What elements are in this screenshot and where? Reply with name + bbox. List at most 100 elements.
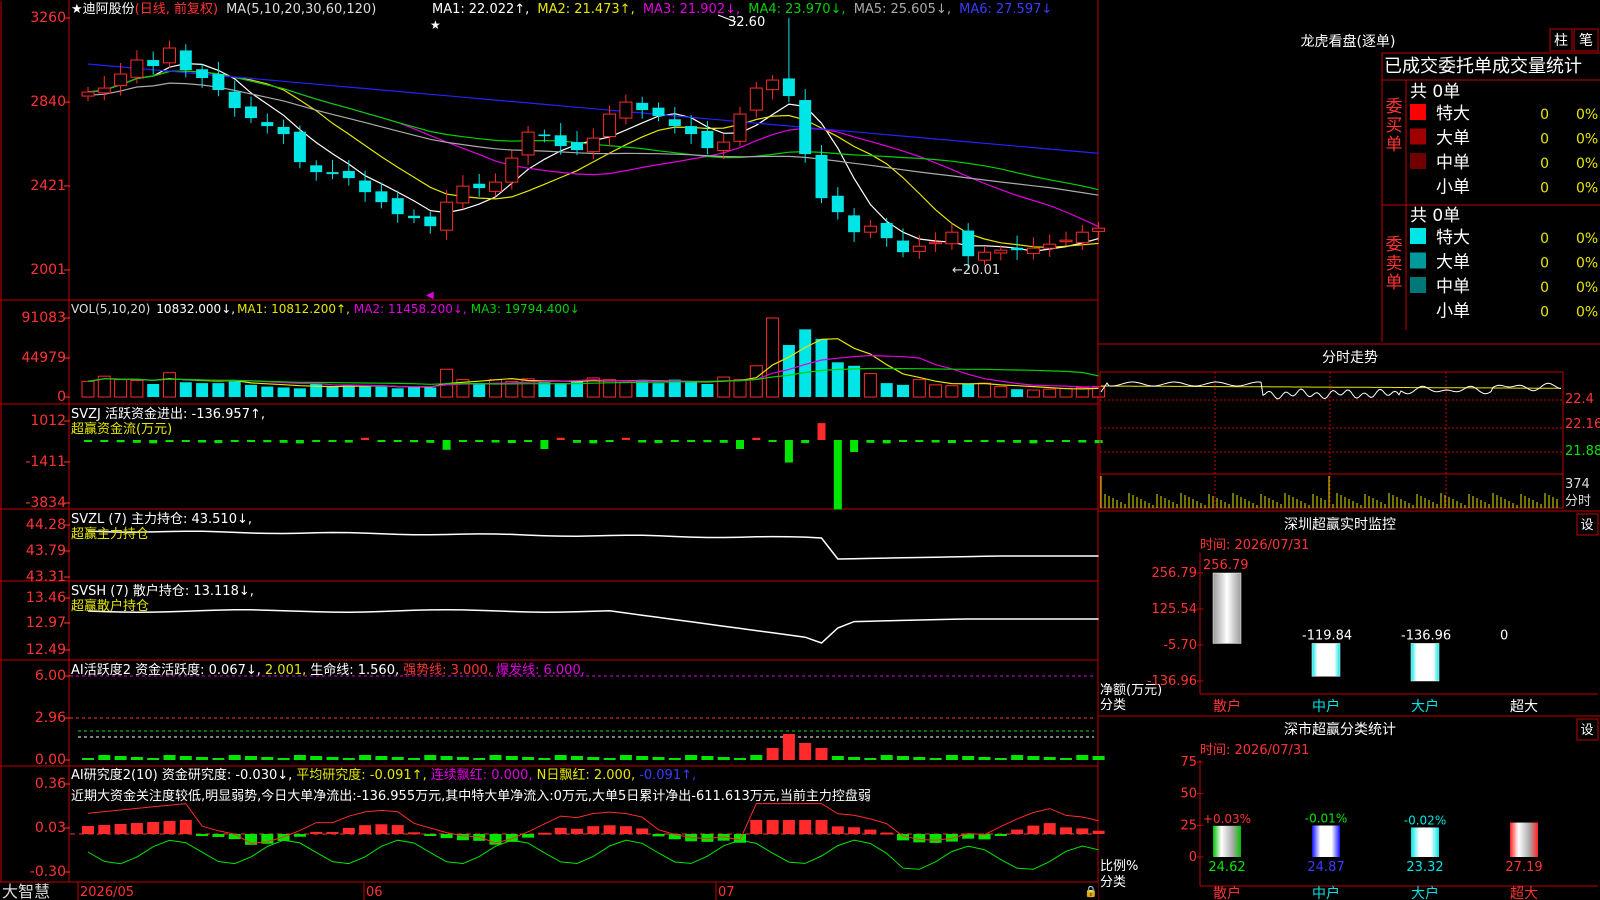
kline-cursor-marker: ◀: [426, 290, 434, 301]
fund-flow-bar: [132, 440, 141, 443]
svg-text:设: 设: [1580, 518, 1593, 533]
sell-row-pct-0: 0%: [1576, 231, 1598, 247]
candle-body: [880, 222, 893, 239]
fund-flow-bar: [882, 440, 891, 444]
buy-swatch-0: [1410, 104, 1426, 120]
ai-activity-bar: [408, 758, 420, 760]
ai-activity-bar: [212, 758, 225, 760]
fund-flow-bar: [621, 437, 630, 440]
intraday-ytick-0: 22.4: [1565, 392, 1594, 407]
ai-research-comment: 近期大资金关注度较低,明显弱势,今日大单净流出:-136.955万元,其中特大单…: [71, 788, 871, 804]
fund-flow-bar: [1029, 440, 1038, 444]
ai-activity-bar: [766, 748, 779, 760]
fund-flow-bar: [230, 440, 239, 442]
fund-flow-bar: [328, 440, 337, 442]
ai-activity-bar: [945, 755, 958, 760]
main-holding-title: SVZL (7) 主力持仓: 43.510↓,: [71, 512, 252, 527]
candle-body: [261, 122, 274, 127]
volume-bar: [130, 380, 144, 398]
ai-activity-bar: [571, 756, 583, 760]
buy-swatch-1: [1410, 128, 1426, 145]
volume-bar: [766, 317, 780, 398]
ai-research-bar: [1043, 823, 1056, 834]
candle-body: [685, 126, 698, 135]
ai-activity-bar: [342, 758, 355, 760]
sell-row-qty-1: 0: [1540, 256, 1549, 272]
ai-activity-bar: [668, 758, 681, 760]
ai-activity-bar: [734, 758, 746, 760]
ai-activity-bar: [750, 755, 763, 760]
ai-research-bar: [293, 834, 306, 837]
monitor-ytick-2: -5.70: [1163, 638, 1197, 653]
fund-flow-bar: [312, 440, 321, 442]
fund-flow-bar: [573, 440, 581, 443]
ai-research-bar: [408, 832, 420, 835]
stock-name: 迪阿股份: [83, 2, 135, 17]
classify-value-1: 24.87: [1307, 860, 1344, 875]
buy-row-label-3: 小单: [1436, 178, 1470, 198]
monitor-bar-2: [1410, 643, 1440, 682]
volume-bar: [81, 380, 95, 398]
ai-research-bar: [636, 828, 649, 834]
ai-activity-bar: [831, 756, 844, 760]
fund-flow-bar: [181, 440, 190, 442]
candle-body: [1011, 247, 1024, 251]
ai1-ytick-2: 0.00: [35, 752, 66, 768]
svzj-ytick-2: -3834: [25, 495, 66, 511]
ai-activity-bar: [130, 757, 143, 760]
candle-body: [619, 101, 633, 119]
classify-bar-2: [1411, 827, 1439, 857]
retail-holding-y-axis: 13.46 12.97 12.49: [26, 590, 70, 658]
candle-body: [326, 172, 339, 175]
buy-row-qty-3: 0: [1540, 181, 1549, 197]
svsh-ytick-2: 12.49: [26, 642, 66, 658]
ai-research-bar: [864, 829, 877, 834]
fund-flow-bar: [752, 437, 761, 440]
fund-flow-bar: [964, 440, 973, 442]
candle-body: [848, 215, 861, 233]
lock-icon[interactable]: 🔒: [1084, 885, 1098, 898]
candle-body: [766, 79, 780, 91]
ai-research-bar: [994, 834, 1007, 836]
candle-body: [636, 102, 649, 111]
volume-bar: [831, 362, 844, 397]
monitor-category-3: 超大: [1510, 699, 1538, 715]
fund-flow-bar: [507, 440, 516, 444]
volume-bar: [554, 383, 567, 397]
candle-body: [81, 91, 95, 97]
ai-research-title-line: AI研究度2(10) 资金研究度: -0.030↓, 平均研究度: -0.091↑…: [71, 767, 696, 783]
monitor-bar-label-0: 256.79: [1203, 558, 1249, 573]
candle-body: [897, 240, 909, 253]
fund-flow-bar: [1094, 440, 1103, 444]
candle-body: [473, 183, 486, 189]
candle-body: [1075, 231, 1089, 244]
candle-body: [831, 195, 844, 213]
fund-flow-bar: [214, 440, 223, 444]
ai-activity-bar: [1027, 756, 1040, 760]
ai-research-y-axis: 0.36 0.03 -0.30: [30, 776, 70, 880]
volume-bar: [962, 383, 975, 397]
ai-research-bar: [391, 825, 404, 834]
ai-research-bar: [1011, 829, 1024, 834]
volume-bar: [685, 382, 698, 397]
fund-flow-bar: [247, 440, 255, 442]
candle-body: [668, 119, 681, 127]
fund-flow-bar: [100, 440, 109, 442]
candle-body: [586, 137, 600, 153]
fund-flow-bar: [996, 440, 1005, 443]
ai-activity-bar: [261, 757, 274, 760]
ai-activity-bar: [880, 755, 893, 760]
ai-research-bar: [326, 831, 339, 834]
buy-row-pct-1: 0%: [1576, 132, 1598, 148]
fund-flow-bar: [556, 437, 565, 440]
ai-research-bar: [82, 826, 94, 834]
candle-body: [1026, 247, 1040, 254]
classify-category-3: 超大: [1510, 886, 1538, 900]
fund-flow-bar: [1013, 440, 1022, 443]
monitor-category-2: 大户: [1411, 698, 1439, 715]
buy-row-pct-0: 0%: [1576, 107, 1598, 123]
svzj-ytick-1: -1411: [25, 454, 66, 470]
volume-bar: [359, 386, 372, 397]
ai-activity-bar: [277, 758, 290, 760]
candle-body: [521, 131, 535, 156]
